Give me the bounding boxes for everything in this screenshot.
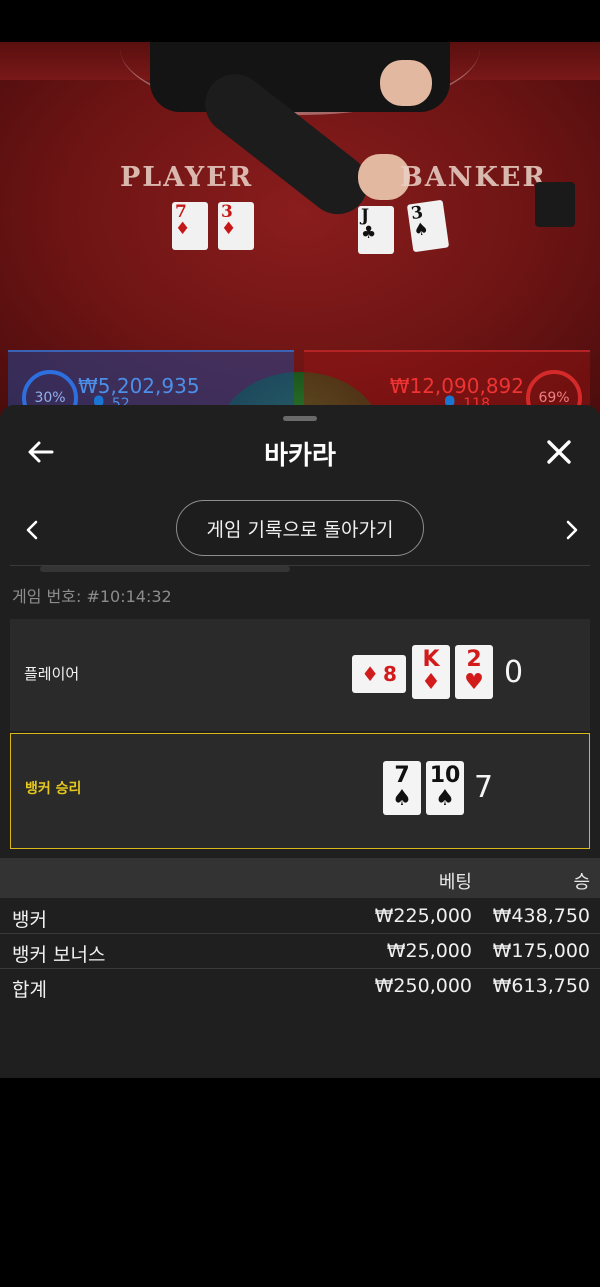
card-suit: ♠ <box>392 786 412 811</box>
banker-result-row: 뱅커 승리 7 ♠ 10 ♠ 7 <box>10 733 590 849</box>
player-card-2: K ♦ <box>412 645 450 699</box>
card-suit: ♦ <box>175 219 191 239</box>
bet-name: 뱅커 <box>12 909 47 931</box>
bet-row-banker-bonus: 뱅커 보너스 ₩25,000 ₩175,000 <box>0 934 600 969</box>
card-rank: 10 <box>429 763 461 788</box>
bets-table-header: 베팅 승 <box>0 858 600 898</box>
player-card-3: 2 ♥ <box>455 645 493 699</box>
bet-amount: ₩225,000 <box>374 905 472 927</box>
sheet-drag-handle[interactable] <box>283 416 317 421</box>
win-amount: ₩438,750 <box>492 905 590 927</box>
card-suit: ♣ <box>361 223 377 243</box>
card-suit: ♦ <box>221 219 237 239</box>
win-amount: ₩613,750 <box>492 975 590 997</box>
previous-round-chevron-icon[interactable] <box>22 517 44 543</box>
banker-total-amount: ₩12,090,892 <box>389 374 524 398</box>
player-card-1: ♦ 8 <box>352 655 406 693</box>
win-amount: ₩175,000 <box>492 940 590 962</box>
table-player-card-2: 3 ♦ <box>218 202 254 250</box>
card-suit: ♥ <box>464 670 484 695</box>
table-banker-card-1: J ♣ <box>358 206 394 254</box>
scrolled-content-remnant <box>40 562 300 572</box>
sheet-title: 바카라 <box>264 441 336 471</box>
next-round-chevron-icon[interactable] <box>560 517 582 543</box>
table-player-card-1: 7 ♦ <box>172 202 208 250</box>
back-to-history-button[interactable]: 게임 기록으로 돌아가기 <box>176 500 424 556</box>
game-number: 게임 번호: #10:14:32 <box>12 587 172 606</box>
bet-row-banker: 뱅커 ₩225,000 ₩438,750 <box>0 899 600 934</box>
game-history-sheet: 바카라 게임 기록으로 돌아가기 게임 번호: #10:14:32 플레이어 ♦… <box>0 405 600 1078</box>
bet-name: 뱅커 보너스 <box>12 944 106 966</box>
table-player-label: PLAYER <box>120 162 254 193</box>
banker-score: 7 <box>474 770 494 805</box>
card-rank: 2 <box>466 647 482 672</box>
banker-card-2: 10 ♠ <box>426 761 464 815</box>
divider <box>10 565 590 566</box>
card-rank: 7 <box>394 763 410 788</box>
card-rank: 8 <box>383 662 397 686</box>
bet-amount: ₩250,000 <box>374 975 472 997</box>
player-percent: 30% <box>34 390 66 406</box>
player-score: 0 <box>504 655 524 690</box>
win-column-header: 승 <box>573 872 590 893</box>
bet-row-total: 합계 ₩250,000 ₩613,750 <box>0 969 600 1003</box>
banker-percent: 69% <box>538 390 570 406</box>
dealer-hand-left <box>380 60 432 106</box>
card-suit: ♦ <box>421 670 441 695</box>
bet-column-header: 베팅 <box>438 872 472 893</box>
table-banker-label: BANKER <box>400 162 547 193</box>
live-video-feed: PLAYER BANKER 7 ♦ 3 ♦ J ♣ 3 ♠ 30% ₩5,202… <box>0 42 600 422</box>
card-shoe <box>535 182 575 227</box>
card-suit: ♠ <box>435 786 455 811</box>
card-suit: ♦ <box>361 662 379 686</box>
card-suit: ♠ <box>412 219 431 241</box>
bet-name: 합계 <box>12 979 47 1001</box>
table-banker-card-2: 3 ♠ <box>406 199 450 253</box>
player-result-row: 플레이어 ♦ 8 K ♦ 2 ♥ 0 <box>10 619 590 731</box>
close-icon[interactable] <box>542 435 576 469</box>
card-rank: K <box>422 647 440 672</box>
player-total-amount: ₩5,202,935 <box>78 374 200 398</box>
banker-win-label: 뱅커 승리 <box>25 781 82 797</box>
bet-amount: ₩25,000 <box>386 940 472 962</box>
player-result-label: 플레이어 <box>24 665 80 683</box>
banker-card-1: 7 ♠ <box>383 761 421 815</box>
